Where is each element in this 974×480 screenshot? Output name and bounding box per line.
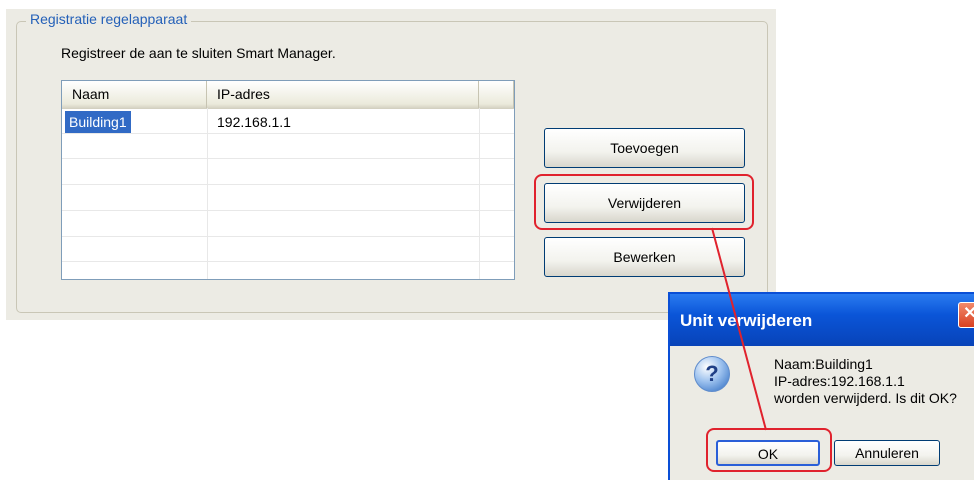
dialog-titlebar[interactable]: Unit verwijderen ✕ — [670, 294, 974, 346]
row-divider — [62, 210, 514, 211]
row-divider — [62, 236, 514, 237]
row-divider — [62, 261, 514, 262]
dialog-title: Unit verwijderen — [680, 311, 813, 330]
message-line-confirm: worden verwijderd. Is dit OK? — [774, 390, 957, 406]
message-line-naam: Naam:Building1 — [774, 356, 873, 372]
device-list[interactable]: Naam IP-adres Building1 192.168.1.1 — [61, 80, 515, 280]
groupbox-title: Registratie regelapparaat — [26, 11, 192, 27]
message-line-ip: IP-adres:192.168.1.1 — [774, 373, 905, 389]
row-divider — [62, 133, 514, 134]
column-header-naam[interactable]: Naam — [62, 81, 207, 108]
bewerken-button[interactable]: Bewerken — [544, 237, 745, 277]
question-icon: ? — [694, 356, 730, 392]
cell-naam[interactable]: Building1 — [65, 111, 131, 133]
row-divider — [62, 184, 514, 185]
cell-ip-adres[interactable]: 192.168.1.1 — [217, 111, 291, 133]
row-divider — [62, 158, 514, 159]
column-header-ip-adres[interactable]: IP-adres — [207, 81, 479, 108]
column-header-spacer — [479, 81, 514, 108]
annuleren-button[interactable]: Annuleren — [834, 440, 940, 466]
ok-highlight — [706, 428, 832, 472]
toevoegen-button[interactable]: Toevoegen — [544, 128, 745, 168]
instruction-text: Registreer de aan te sluiten Smart Manag… — [61, 45, 336, 61]
close-icon[interactable]: ✕ — [958, 302, 974, 328]
list-header: Naam IP-adres — [62, 81, 514, 109]
verwijderen-highlight — [534, 174, 754, 230]
